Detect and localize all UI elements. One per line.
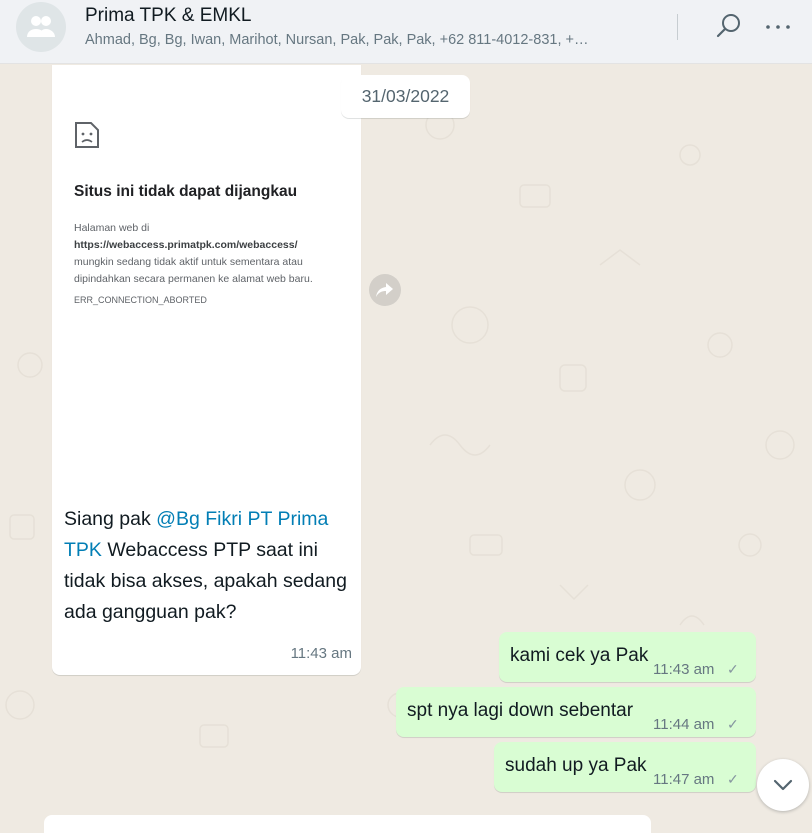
group-avatar[interactable] (16, 2, 66, 52)
chat-title[interactable]: Prima TPK & EMKL (85, 5, 251, 27)
error-line: Halaman web di (74, 222, 150, 234)
message-text-part: Webaccess PTP saat ini tidak bisa akses,… (64, 539, 347, 623)
more-options-icon (766, 25, 790, 29)
message-time: 11:47 am (653, 771, 715, 788)
message-text: Siang pak @Bg Fikri PT Prima TPK Webacce… (64, 504, 354, 628)
error-url: https://webaccess.primatpk.com/webaccess… (74, 239, 298, 251)
broken-page-icon (75, 122, 99, 148)
message-text: spt nya lagi down sebentar (407, 700, 634, 721)
search-button[interactable] (712, 10, 744, 42)
forward-button[interactable] (369, 274, 401, 306)
sent-tick-icon: ✓ (727, 661, 739, 677)
scroll-to-bottom-button[interactable] (757, 759, 809, 811)
message-text: sudah up ya Pak (505, 755, 647, 776)
message-time: 11:43 am (290, 645, 352, 662)
message-text: kami cek ya Pak (510, 645, 649, 666)
sent-tick-icon: ✓ (727, 771, 739, 787)
chat-area[interactable]: Situs ini tidak dapat dijangkau Halaman … (0, 65, 812, 833)
error-title: Situs ini tidak dapat dijangkau (74, 183, 298, 200)
outgoing-message[interactable]: spt nya lagi down sebentar 11:44 am ✓ (396, 687, 756, 737)
chat-header[interactable]: Prima TPK & EMKL Ahmad, Bg, Bg, Iwan, Ma… (0, 0, 812, 64)
participants-list[interactable]: Ahmad, Bg, Bg, Iwan, Marihot, Nursan, Pa… (85, 32, 630, 48)
attached-screenshot[interactable]: Situs ini tidak dapat dijangkau Halaman … (52, 65, 361, 495)
message-text-part: Siang pak (64, 508, 157, 530)
header-divider (677, 14, 678, 40)
date-separator: 31/03/2022 (341, 75, 470, 118)
incoming-message[interactable]: Situs ini tidak dapat dijangkau Halaman … (52, 65, 361, 675)
group-icon (27, 16, 55, 37)
forward-icon (376, 283, 393, 297)
outgoing-message[interactable]: sudah up ya Pak 11:47 am ✓ (494, 742, 756, 792)
sent-tick-icon: ✓ (727, 716, 739, 732)
error-line: mungkin sedang tidak aktif untuk sementa… (74, 256, 303, 268)
message-time: 11:43 am (653, 661, 715, 678)
error-line: dipindahkan secara permanen ke alamat we… (74, 273, 313, 285)
incoming-message-partial[interactable] (44, 815, 651, 833)
message-time: 11:44 am (653, 716, 715, 733)
chevron-down-icon (773, 779, 793, 791)
more-options-button[interactable] (762, 10, 794, 42)
search-icon (716, 14, 740, 38)
outgoing-message[interactable]: kami cek ya Pak 11:43 am ✓ (499, 632, 756, 682)
error-code: ERR_CONNECTION_ABORTED (74, 295, 207, 305)
